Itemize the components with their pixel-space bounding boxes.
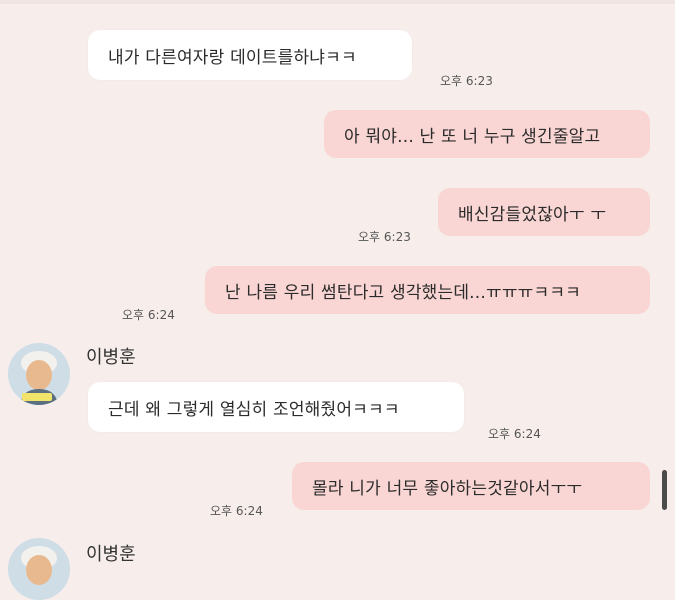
message-text: 몰라 니가 너무 좋아하는것같아서ㅜㅜ	[312, 478, 583, 499]
top-divider	[0, 0, 675, 4]
outgoing-message-bubble[interactable]: 배신감들었잖아ㅜ ㅜ	[438, 188, 650, 236]
message-text: 난 나름 우리 썸탄다고 생각했는데...ㅠㅠㅠㅋㅋㅋ	[225, 282, 582, 303]
message-time: 오후 6:24	[210, 504, 263, 518]
message-text: 아 뭐야... 난 또 너 누구 생긴줄알고	[344, 126, 601, 147]
contact-name: 이병훈	[86, 544, 136, 565]
chat-area[interactable]: 내가 다른여자랑 데이트를하냐ㅋㅋ 오후 6:23 아 뭐야... 난 또 너 …	[0, 0, 675, 600]
incoming-message-bubble[interactable]: 근데 왜 그렇게 열심히 조언해줬어ㅋㅋㅋ	[88, 382, 464, 432]
outgoing-message-bubble[interactable]: 아 뭐야... 난 또 너 누구 생긴줄알고	[324, 110, 650, 158]
incoming-message-bubble[interactable]: 내가 다른여자랑 데이트를하냐ㅋㅋ	[88, 30, 412, 80]
message-text: 내가 다른여자랑 데이트를하냐ㅋㅋ	[108, 47, 357, 68]
message-time: 오후 6:23	[358, 230, 411, 244]
contact-avatar[interactable]	[8, 343, 70, 405]
scrollbar[interactable]	[662, 470, 667, 510]
message-text: 근데 왜 그렇게 열심히 조언해줬어ㅋㅋㅋ	[108, 399, 400, 420]
message-time: 오후 6:24	[488, 427, 541, 441]
message-text: 배신감들었잖아ㅜ ㅜ	[458, 204, 607, 225]
message-time: 오후 6:23	[440, 74, 493, 88]
contact-avatar[interactable]	[8, 538, 70, 600]
person-avatar-icon	[8, 538, 70, 600]
outgoing-message-bubble[interactable]: 몰라 니가 너무 좋아하는것같아서ㅜㅜ	[292, 462, 650, 510]
message-time: 오후 6:24	[122, 308, 175, 322]
outgoing-message-bubble[interactable]: 난 나름 우리 썸탄다고 생각했는데...ㅠㅠㅠㅋㅋㅋ	[205, 266, 650, 314]
person-avatar-icon	[8, 343, 70, 405]
contact-name: 이병훈	[86, 347, 136, 368]
